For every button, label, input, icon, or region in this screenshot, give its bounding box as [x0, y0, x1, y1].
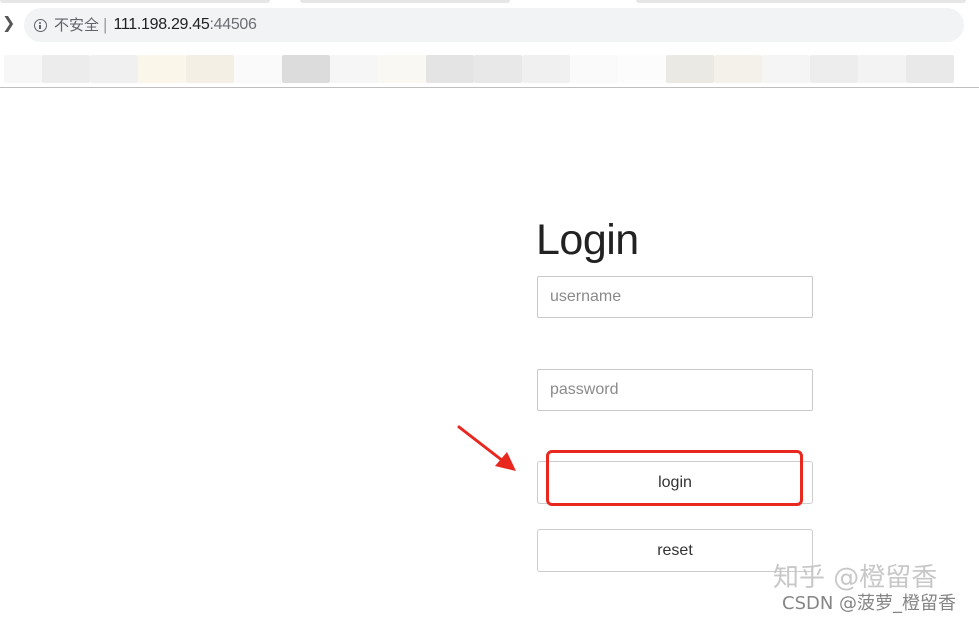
bookmark-item[interactable] — [378, 55, 426, 83]
reset-button[interactable]: reset — [537, 529, 813, 572]
bookmarks-bar — [4, 52, 979, 86]
bookmark-item[interactable] — [330, 55, 378, 83]
bookmark-item[interactable] — [474, 55, 522, 83]
reset-button-label: reset — [657, 541, 693, 559]
bookmark-item[interactable] — [186, 55, 234, 83]
bookmark-item[interactable] — [762, 55, 810, 83]
browser-chrome: ❯ 不安全 | 111.198.29.45:44506 — [0, 0, 979, 88]
login-button-label: login — [658, 473, 692, 491]
bookmark-item[interactable] — [906, 55, 954, 83]
reload-icon[interactable]: ❯ — [2, 14, 15, 34]
login-title: Login — [536, 216, 639, 264]
bookmark-item[interactable] — [282, 55, 330, 83]
bookmark-item[interactable] — [426, 55, 474, 83]
bookmark-item[interactable] — [234, 55, 282, 83]
tab-strip — [300, 0, 510, 3]
address-bar[interactable]: 不安全 | 111.198.29.45:44506 — [24, 8, 964, 42]
username-input[interactable] — [537, 276, 813, 318]
tab-strip — [636, 0, 966, 3]
bookmark-item[interactable] — [714, 55, 762, 83]
password-input[interactable] — [537, 369, 813, 411]
bookmark-item[interactable] — [42, 55, 90, 83]
bookmark-item[interactable] — [522, 55, 570, 83]
watermark-csdn: CSDN @菠萝_橙留香 — [782, 593, 957, 614]
url-port[interactable]: :44506 — [209, 15, 256, 35]
bookmark-item[interactable] — [138, 55, 186, 83]
watermark-zhihu: 知乎 @橙留香 — [773, 563, 938, 593]
url-host[interactable]: 111.198.29.45 — [113, 15, 209, 35]
red-arrow-icon — [457, 425, 516, 471]
login-button[interactable]: login — [537, 461, 813, 504]
bookmark-item[interactable] — [858, 55, 906, 83]
bookmark-item[interactable] — [666, 55, 714, 83]
bookmark-item[interactable] — [90, 55, 138, 83]
address-separator: | — [103, 15, 108, 34]
bookmark-item[interactable] — [570, 55, 618, 83]
page: ❯ 不安全 | 111.198.29.45:44506 Login usern… — [0, 0, 979, 623]
bookmark-item[interactable] — [810, 55, 858, 83]
bookmark-item[interactable] — [618, 55, 666, 83]
security-label[interactable]: 不安全 — [54, 15, 99, 35]
bookmark-item[interactable] — [4, 55, 42, 83]
info-icon[interactable] — [34, 18, 47, 32]
tab-strip — [0, 0, 270, 3]
